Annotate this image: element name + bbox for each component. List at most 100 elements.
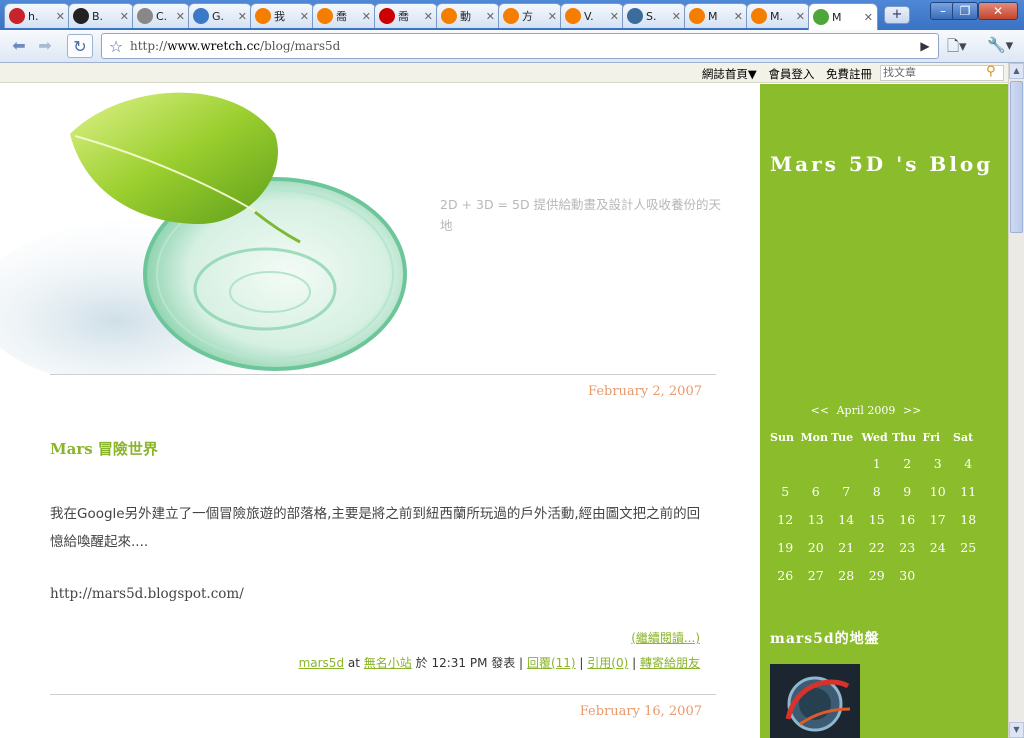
author-link[interactable]: mars5d	[299, 656, 344, 670]
post-title[interactable]: Mars 冒險世界	[50, 438, 158, 459]
tab-close-icon[interactable]: ✕	[176, 10, 185, 23]
blog-tagline: 2D + 3D = 5D 提供給動畫及設計人吸收養份的天地	[440, 197, 722, 233]
browser-tab[interactable]: 我 ✕	[250, 3, 314, 28]
browser-tab[interactable]: C. ✕	[132, 3, 190, 28]
scroll-down-button[interactable]: ▼	[1009, 722, 1024, 738]
tab-label: 動	[460, 10, 471, 23]
category-link[interactable]: 無名小站	[364, 656, 412, 670]
calendar-grid: 1 2 3 4 5 6 7 8 9 10 11 12 13 14 15 16 17 18 19 20 21 22 23 24 2…	[770, 456, 984, 596]
browser-tab[interactable]: G. ✕	[188, 3, 252, 28]
tab-close-icon[interactable]: ✕	[56, 10, 65, 23]
browser-tab[interactable]: h. ✕	[4, 3, 70, 28]
site-top-bar: 網誌首頁▼ 會員登入 免費註冊 找文章 ⚲	[0, 63, 1008, 83]
posted-time: 於 12:31 PM 發表 |	[415, 656, 524, 670]
calendar-day: 27	[807, 568, 824, 583]
browser-toolbar: ⬅ ➡ ↻ ☆ http://www.wretch.cc/blog/mars5d…	[0, 30, 1024, 63]
calendar-week: 1 2 3 4	[770, 456, 984, 484]
window-close-button[interactable]: ✕	[978, 2, 1018, 20]
tab-label: 我	[274, 10, 285, 23]
browser-tab[interactable]: 喬 ✕	[374, 3, 438, 28]
maximize-button[interactable]: ❐	[952, 2, 978, 20]
blogger-icon	[441, 8, 457, 24]
calendar-prev-link[interactable]: <<	[811, 404, 829, 417]
browser-tab[interactable]: M ✕	[684, 3, 748, 28]
tab-label: h.	[28, 9, 39, 23]
tab-close-icon[interactable]: ✕	[486, 10, 495, 23]
tab-label: B.	[92, 9, 104, 23]
calendar-week: 26 27 28 29 30	[770, 568, 984, 596]
arrow-right-icon: ➡	[38, 36, 52, 55]
calendar-day: 23	[899, 540, 916, 555]
calendar-day: 8	[872, 484, 881, 499]
browser-tab[interactable]: 方 ✕	[498, 3, 562, 28]
free-register-link[interactable]: 免費註冊	[826, 67, 872, 81]
scroll-up-button[interactable]: ▲	[1009, 63, 1024, 79]
go-button[interactable]: ▶	[914, 36, 936, 56]
browser-tab[interactable]: M. ✕	[746, 3, 810, 28]
browser-tab[interactable]: M ✕	[808, 3, 878, 30]
calendar-next-link[interactable]: >>	[903, 404, 921, 417]
calendar-weekday: Sun	[770, 431, 794, 444]
calendar-day: 21	[838, 540, 855, 555]
reload-icon: ↻	[73, 37, 87, 56]
address-bar[interactable]: ☆ http://www.wretch.cc/blog/mars5d ▶	[101, 33, 939, 59]
search-icon[interactable]: ⚲	[986, 64, 996, 79]
blog-home-link[interactable]: 網誌首頁▼	[702, 67, 757, 81]
meta-separator: |	[632, 656, 637, 670]
calendar-week: 12 13 14 15 16 17 18	[770, 512, 984, 540]
calendar-day: 1	[872, 456, 881, 471]
calendar-day: 7	[842, 484, 851, 499]
scroll-thumb[interactable]	[1010, 81, 1023, 233]
page-scrollbar[interactable]: ▲ ▼	[1008, 63, 1024, 738]
browser-tab[interactable]: S. ✕	[622, 3, 686, 28]
tab-label: C.	[156, 9, 168, 23]
page-icon: 🗋▾	[947, 37, 967, 55]
trackback-link[interactable]: 引用(0)	[587, 656, 628, 670]
tab-close-icon[interactable]: ✕	[548, 10, 557, 23]
back-button[interactable]: ⬅	[6, 34, 32, 58]
wrench-icon: 🔧▾	[987, 36, 1014, 54]
tab-label: G.	[212, 9, 225, 23]
tab-close-icon[interactable]: ✕	[238, 10, 247, 23]
settings-menu-button[interactable]: 🔧▾	[987, 36, 1013, 54]
browser-tab[interactable]: V. ✕	[560, 3, 624, 28]
browser-tab[interactable]: 喬 ✕	[312, 3, 376, 28]
tab-close-icon[interactable]: ✕	[120, 10, 129, 23]
forward-button[interactable]: ➡	[32, 34, 58, 58]
tab-close-icon[interactable]: ✕	[300, 10, 309, 23]
tab-close-icon[interactable]: ✕	[796, 10, 805, 23]
calendar-day: 4	[964, 456, 973, 471]
page-menu-button[interactable]: 🗋▾	[947, 36, 967, 61]
yin-yang-icon	[73, 8, 89, 24]
read-more-link[interactable]: (繼續閱讀...)	[631, 629, 700, 646]
tab-close-icon[interactable]: ✕	[864, 11, 873, 24]
share-link[interactable]: 轉寄給朋友	[640, 656, 700, 670]
tab-close-icon[interactable]: ✕	[610, 10, 619, 23]
calendar-day: 11	[960, 484, 977, 499]
tab-label: 喬	[398, 10, 409, 23]
url-text: http://www.wretch.cc/blog/mars5d	[130, 39, 341, 53]
mars5d-logo-image[interactable]	[770, 664, 860, 738]
calendar-day: 14	[838, 512, 855, 527]
calendar-day: 30	[899, 568, 916, 583]
meta-separator: |	[579, 656, 584, 670]
tab-close-icon[interactable]: ✕	[672, 10, 681, 23]
calendar-month: April 2009	[836, 404, 896, 417]
divider	[50, 374, 716, 375]
reload-button[interactable]: ↻	[67, 34, 93, 58]
blog-title[interactable]: Mars 5D 's Blog	[770, 152, 993, 176]
calendar-day: 28	[838, 568, 855, 583]
member-login-link[interactable]: 會員登入	[768, 67, 814, 81]
replies-link[interactable]: 回覆(11)	[527, 656, 576, 670]
blogger-icon	[751, 8, 767, 24]
browser-tab[interactable]: 動 ✕	[436, 3, 500, 28]
play-icon: ▶	[920, 39, 930, 53]
star-icon[interactable]: ☆	[102, 37, 130, 56]
tab-close-icon[interactable]: ✕	[424, 10, 433, 23]
calendar-weekday: Thu	[892, 431, 917, 444]
arrow-left-icon: ⬅	[12, 36, 26, 55]
tab-close-icon[interactable]: ✕	[734, 10, 743, 23]
new-tab-button[interactable]: +	[884, 6, 910, 24]
browser-tab[interactable]: B. ✕	[68, 3, 134, 28]
tab-close-icon[interactable]: ✕	[362, 10, 371, 23]
